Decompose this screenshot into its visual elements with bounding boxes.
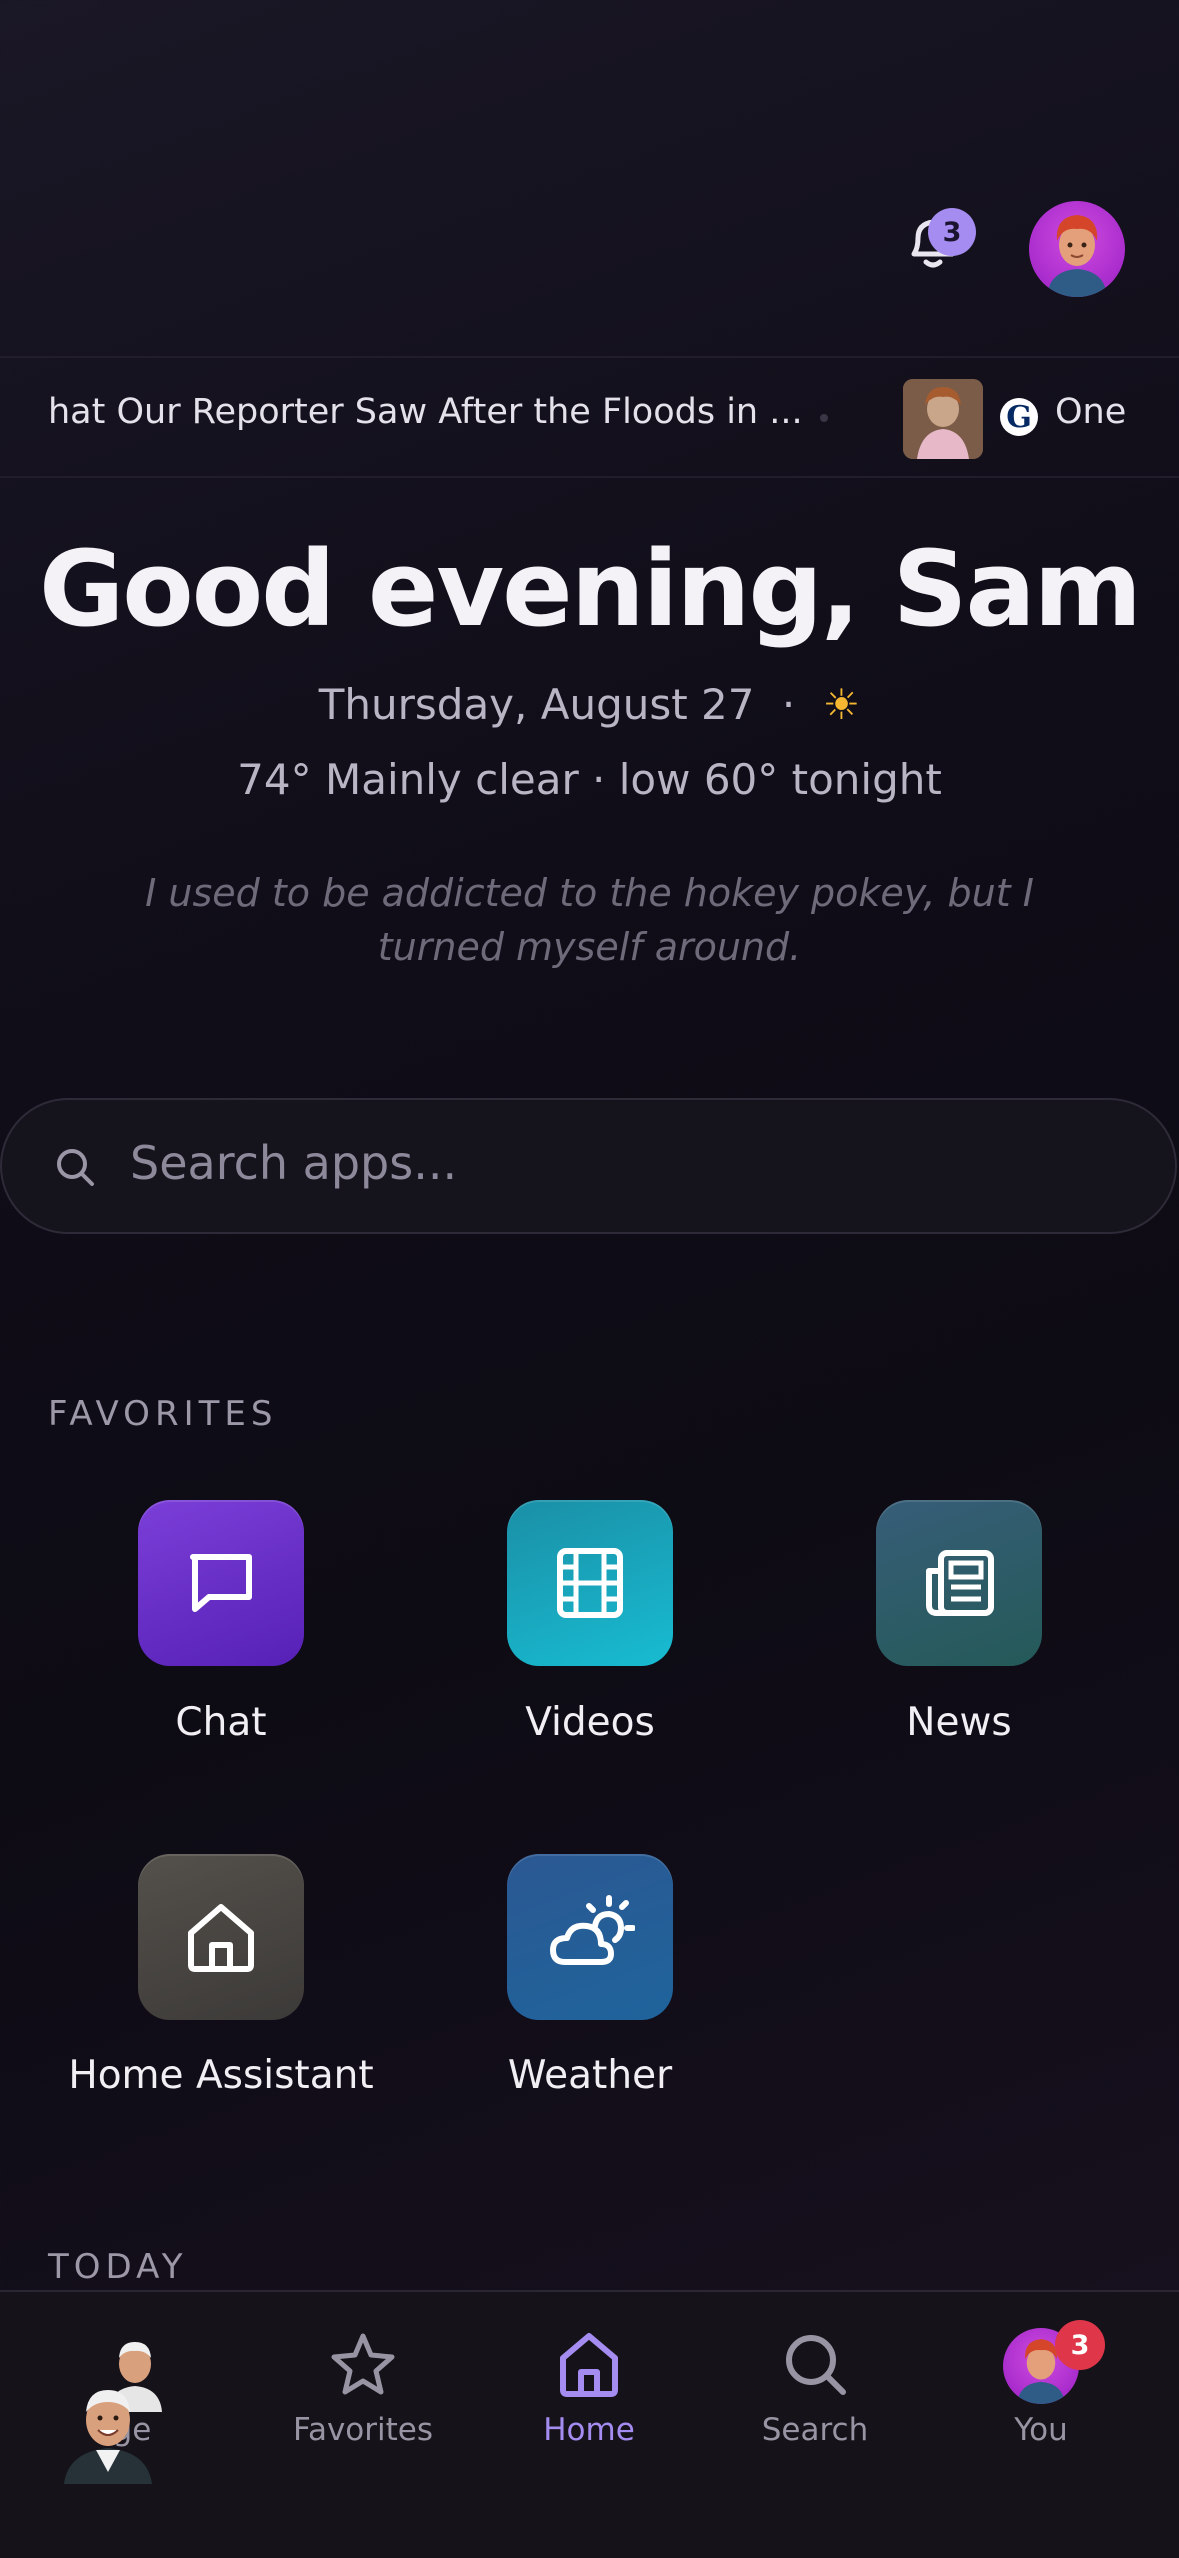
ticker-thumbnail bbox=[903, 379, 983, 459]
nav-item-you[interactable]: 3 You bbox=[923, 2292, 1159, 2558]
app-label-weather[interactable]: Weather bbox=[420, 2053, 760, 2098]
nav-item-lounge[interactable]: ge bbox=[0, 2292, 236, 2558]
profile-avatar[interactable] bbox=[1029, 201, 1125, 297]
app-weather[interactable] bbox=[507, 1854, 673, 2020]
search-icon bbox=[786, 2335, 846, 2395]
film-icon bbox=[557, 1548, 623, 1618]
search-input[interactable]: Search apps... bbox=[0, 1098, 1177, 1234]
today-heading: TODAY bbox=[48, 2247, 188, 2287]
app-news[interactable] bbox=[876, 1500, 1042, 1666]
nav-item-home[interactable]: Home bbox=[471, 2292, 707, 2558]
nav-item-search[interactable]: Search bbox=[697, 2292, 933, 2558]
nav-item-favorites[interactable]: Favorites bbox=[245, 2292, 481, 2558]
search-icon bbox=[57, 1149, 94, 1186]
date-line: Thursday, August 27 · ☀ bbox=[0, 680, 1179, 729]
app-label-news[interactable]: News bbox=[789, 1700, 1129, 1745]
nav-label-favorites: Favorites bbox=[292, 2412, 434, 2448]
nav-label-search: Search bbox=[761, 2412, 869, 2448]
you-notification-badge: 3 bbox=[1055, 2320, 1105, 2370]
date-separator: · bbox=[781, 680, 796, 729]
news-ticker[interactable]: hat Our Reporter Saw After the Floods in… bbox=[0, 356, 1179, 478]
weather-summary: 74° Mainly clear · low 60° tonight bbox=[237, 755, 942, 804]
nav-label-home: Home bbox=[543, 2412, 635, 2448]
date-text: Thursday, August 27 bbox=[318, 680, 755, 729]
ticker-next-headline[interactable]: One bbox=[1055, 392, 1126, 432]
cloud-sun-icon bbox=[550, 1895, 635, 1965]
newspaper-icon bbox=[926, 1550, 994, 1616]
bottom-navigation: ge Favorites Home Search 3 You bbox=[0, 2290, 1179, 2558]
app-label-videos[interactable]: Videos bbox=[420, 1700, 760, 1745]
search-placeholder: Search apps... bbox=[130, 1136, 458, 1190]
app-chat[interactable] bbox=[138, 1500, 304, 1666]
app-videos[interactable] bbox=[507, 1500, 673, 1666]
notification-badge: 3 bbox=[928, 208, 976, 256]
star-icon bbox=[331, 2333, 395, 2395]
greeting-title: Good evening, Sam bbox=[38, 528, 1142, 650]
daily-joke: I used to be addicted to the hokey pokey… bbox=[145, 871, 1034, 969]
house-icon bbox=[188, 1904, 254, 1972]
guardian-logo-icon: G bbox=[1000, 398, 1038, 436]
app-label-chat[interactable]: Chat bbox=[51, 1700, 391, 1745]
nav-label-you: You bbox=[1014, 2412, 1068, 2448]
ticker-separator bbox=[820, 414, 828, 422]
house-icon bbox=[560, 2333, 618, 2397]
favorites-heading: FAVORITES bbox=[48, 1394, 278, 1434]
avatar-icon bbox=[64, 2390, 152, 2484]
app-home-assistant[interactable] bbox=[138, 1854, 304, 2020]
chat-bubble-icon bbox=[190, 1554, 252, 1612]
ticker-headline[interactable]: hat Our Reporter Saw After the Floods in… bbox=[48, 392, 803, 432]
sun-icon: ☀ bbox=[822, 680, 861, 729]
app-label-home-assistant[interactable]: Home Assistant bbox=[51, 2053, 391, 2098]
